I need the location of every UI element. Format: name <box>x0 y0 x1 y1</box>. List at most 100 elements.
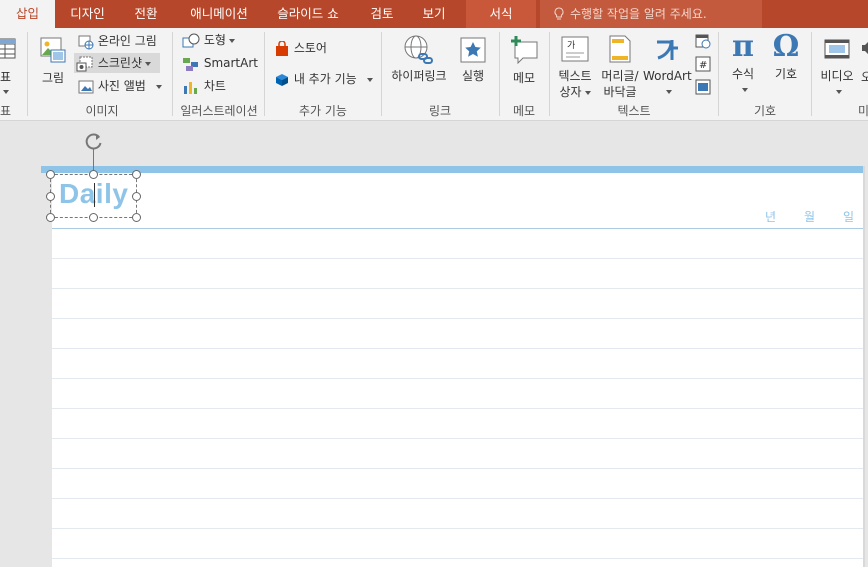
chevron-down-icon <box>145 61 151 66</box>
note-line <box>52 558 863 559</box>
store-bag-icon <box>276 40 288 56</box>
divider <box>549 32 550 116</box>
table-button-label[interactable]: 표 <box>0 68 11 85</box>
tab-design[interactable]: 디자인 <box>60 0 115 28</box>
resize-handle-bottom[interactable] <box>89 213 98 222</box>
chart-icon <box>184 81 197 94</box>
smartart-button[interactable]: SmartArt <box>180 53 258 73</box>
group-label-illustrations: 일러스트레이션 <box>180 104 258 118</box>
chevron-down-icon <box>156 84 163 89</box>
textbox-icon: 가 <box>561 36 589 62</box>
online-picture-icon <box>78 35 94 49</box>
pi-icon: π <box>732 29 754 64</box>
store-button[interactable]: 스토어 <box>272 38 327 58</box>
tell-me-placeholder: 수행할 작업을 알려 주세요. <box>570 7 707 21</box>
chart-button[interactable]: 차트 <box>180 76 226 96</box>
shapes-button[interactable]: 도형 <box>180 30 235 50</box>
wordart-button[interactable]: WordArt <box>643 32 692 98</box>
smartart-icon <box>183 57 198 71</box>
note-line <box>52 288 863 289</box>
slide[interactable]: Daily 년 월 일 <box>41 166 865 567</box>
chevron-down-icon <box>741 87 748 92</box>
lightbulb-icon <box>554 7 564 20</box>
note-line <box>52 318 863 319</box>
note-line <box>52 408 863 409</box>
svg-text:#: # <box>699 60 707 71</box>
note-line <box>52 438 863 439</box>
divider <box>381 32 382 116</box>
chevron-down-icon <box>665 89 672 94</box>
group-label-tables: 표 <box>0 104 12 118</box>
resize-handle-top[interactable] <box>89 170 98 179</box>
comment-icon <box>511 36 538 64</box>
chevron-down-icon <box>367 77 374 82</box>
object-icon[interactable] <box>695 79 711 95</box>
audio-icon[interactable] <box>861 40 868 56</box>
chevron-down-icon <box>228 38 235 43</box>
tab-animations[interactable]: 애니메이션 <box>180 0 258 28</box>
my-addins-icon <box>276 73 288 86</box>
symbol-button[interactable]: Ω 기호 <box>770 30 802 82</box>
chevron-down-icon <box>835 89 842 94</box>
note-line <box>52 348 863 349</box>
date-month-label: 월 <box>804 210 816 224</box>
divider <box>27 32 28 116</box>
note-line <box>52 528 863 529</box>
hyperlink-globe-icon <box>404 35 433 64</box>
hyperlink-button[interactable]: 하이퍼링크 <box>388 32 450 84</box>
slide-number-icon[interactable]: # <box>695 56 711 72</box>
slide-edge <box>863 166 865 567</box>
date-day-label: 일 <box>843 210 855 224</box>
resize-handle-left[interactable] <box>46 192 55 201</box>
audio-button-label[interactable]: 오 <box>861 68 868 85</box>
note-line <box>52 258 863 259</box>
tell-me-search[interactable]: 수행할 작업을 알려 주세요. <box>540 0 762 28</box>
equation-button[interactable]: π 수식 <box>726 30 760 96</box>
my-addins-button[interactable]: 내 추가 기능 <box>272 69 374 89</box>
tab-view[interactable]: 보기 <box>412 0 456 28</box>
picture-button[interactable]: 그림 <box>36 32 70 86</box>
chevron-down-icon <box>584 90 591 95</box>
resize-handle-top-left[interactable] <box>46 170 55 179</box>
resize-handle-right[interactable] <box>132 192 141 201</box>
note-line <box>52 468 863 469</box>
tab-format[interactable]: 서식 <box>466 0 536 28</box>
comment-button[interactable]: 메모 <box>505 32 543 86</box>
divider <box>811 32 812 116</box>
group-label-addins: 추가 기능 <box>299 104 347 118</box>
group-label-media: 미 <box>858 104 868 118</box>
tab-review[interactable]: 검토 <box>360 0 404 28</box>
rotate-handle-icon[interactable] <box>84 131 104 151</box>
video-button[interactable]: 비디오 <box>817 32 857 98</box>
note-line <box>52 378 863 379</box>
note-line <box>52 498 863 499</box>
slide-header-bar <box>41 166 865 173</box>
tab-transitions[interactable]: 전환 <box>122 0 170 28</box>
table-icon[interactable] <box>0 38 16 60</box>
photo-album-button[interactable]: 사진 앨범 <box>76 76 163 96</box>
header-rule <box>52 228 863 229</box>
resize-handle-bottom-left[interactable] <box>46 213 55 222</box>
tab-insert[interactable]: 삽입 <box>0 0 55 28</box>
group-label-links: 링크 <box>428 104 452 118</box>
video-film-icon <box>824 39 850 59</box>
resize-handle-top-right[interactable] <box>132 170 141 179</box>
tab-slideshow[interactable]: 슬라이드 쇼 <box>268 0 348 28</box>
picture-icon <box>40 37 66 63</box>
screenshot-button[interactable]: 스크린샷 <box>74 53 160 73</box>
header-footer-icon <box>609 35 631 63</box>
online-picture-button[interactable]: 온라인 그림 <box>76 31 157 51</box>
textbox-button[interactable]: 가 텍스트 상자 <box>553 32 597 100</box>
wordart-icon <box>657 40 678 60</box>
photo-album-icon <box>78 80 94 93</box>
divider <box>264 32 265 116</box>
group-label-comments: 메모 <box>512 104 536 118</box>
action-button[interactable]: 실행 <box>455 32 491 84</box>
date-year-label: 년 <box>765 210 777 224</box>
date-time-icon[interactable] <box>695 33 711 49</box>
action-star-icon <box>460 37 486 63</box>
group-label-images: 이미지 <box>85 104 119 118</box>
header-footer-button[interactable]: 머리글/ 바닥글 <box>597 32 643 100</box>
resize-handle-bottom-right[interactable] <box>132 213 141 222</box>
ribbon: 표 표 그림 온라인 그림 스크린샷 사진 앨범 이미지 도형 SmartArt… <box>0 28 868 121</box>
